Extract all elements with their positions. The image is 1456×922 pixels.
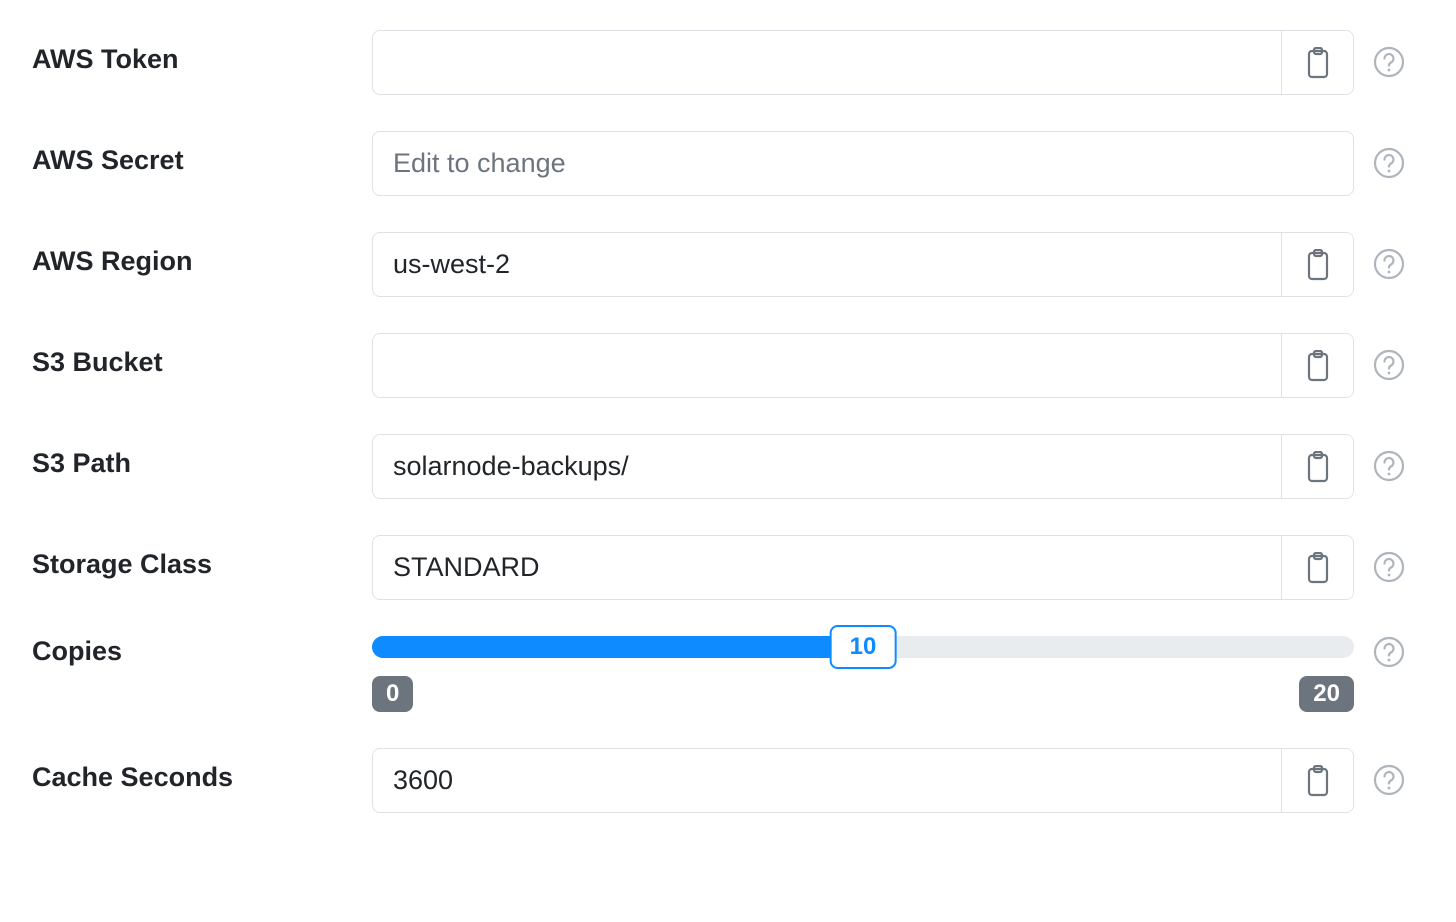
input-storage-class[interactable] [373, 536, 1281, 599]
clipboard-button-s3-bucket[interactable] [1281, 334, 1353, 397]
help-icon[interactable] [1373, 349, 1405, 381]
clipboard-icon [1305, 249, 1331, 281]
row-aws-secret: AWS Secret [32, 131, 1424, 196]
input-group-aws-secret [372, 131, 1354, 196]
label-cache-seconds: Cache Seconds [32, 762, 233, 792]
clipboard-button-aws-token[interactable] [1281, 31, 1353, 94]
row-copies: Copies 10 0 20 [32, 636, 1424, 712]
help-icon[interactable] [1373, 551, 1405, 583]
row-s3-path: S3 Path [32, 434, 1424, 499]
clipboard-button-s3-path[interactable] [1281, 435, 1353, 498]
clipboard-button-cache-seconds[interactable] [1281, 749, 1353, 812]
row-aws-token: AWS Token [32, 30, 1424, 95]
row-cache-seconds: Cache Seconds [32, 748, 1424, 813]
input-group-aws-token [372, 30, 1354, 95]
input-group-s3-path [372, 434, 1354, 499]
label-copies: Copies [32, 636, 122, 666]
input-aws-region[interactable] [373, 233, 1281, 296]
input-s3-path[interactable] [373, 435, 1281, 498]
input-group-cache-seconds [372, 748, 1354, 813]
label-aws-region: AWS Region [32, 246, 193, 276]
label-storage-class: Storage Class [32, 549, 212, 579]
clipboard-icon [1305, 765, 1331, 797]
row-s3-bucket: S3 Bucket [32, 333, 1424, 398]
slider-value: 10 [850, 633, 877, 660]
clipboard-icon [1305, 552, 1331, 584]
slider-thumb[interactable]: 10 [830, 625, 897, 669]
clipboard-button-storage-class[interactable] [1281, 536, 1353, 599]
slider-fill [372, 636, 863, 658]
clipboard-icon [1305, 47, 1331, 79]
clipboard-icon [1305, 451, 1331, 483]
help-icon[interactable] [1373, 764, 1405, 796]
input-aws-token[interactable] [373, 31, 1281, 94]
label-aws-secret: AWS Secret [32, 145, 184, 175]
label-s3-bucket: S3 Bucket [32, 347, 163, 377]
input-group-s3-bucket [372, 333, 1354, 398]
label-aws-token: AWS Token [32, 44, 179, 74]
row-aws-region: AWS Region [32, 232, 1424, 297]
input-aws-secret[interactable] [373, 132, 1353, 195]
slider-copies[interactable]: 10 0 20 [372, 636, 1354, 712]
input-cache-seconds[interactable] [373, 749, 1281, 812]
slider-track[interactable]: 10 [372, 636, 1354, 658]
input-group-storage-class [372, 535, 1354, 600]
slider-min: 0 [372, 676, 413, 712]
help-icon[interactable] [1373, 147, 1405, 179]
clipboard-button-aws-region[interactable] [1281, 233, 1353, 296]
help-icon[interactable] [1373, 46, 1405, 78]
help-icon[interactable] [1373, 450, 1405, 482]
label-s3-path: S3 Path [32, 448, 131, 478]
clipboard-icon [1305, 350, 1331, 382]
settings-form: AWS Token AWS Secret [0, 0, 1456, 843]
row-storage-class: Storage Class [32, 535, 1424, 600]
slider-max: 20 [1299, 676, 1354, 712]
input-s3-bucket[interactable] [373, 334, 1281, 397]
help-icon[interactable] [1373, 636, 1405, 668]
help-icon[interactable] [1373, 248, 1405, 280]
input-group-aws-region [372, 232, 1354, 297]
